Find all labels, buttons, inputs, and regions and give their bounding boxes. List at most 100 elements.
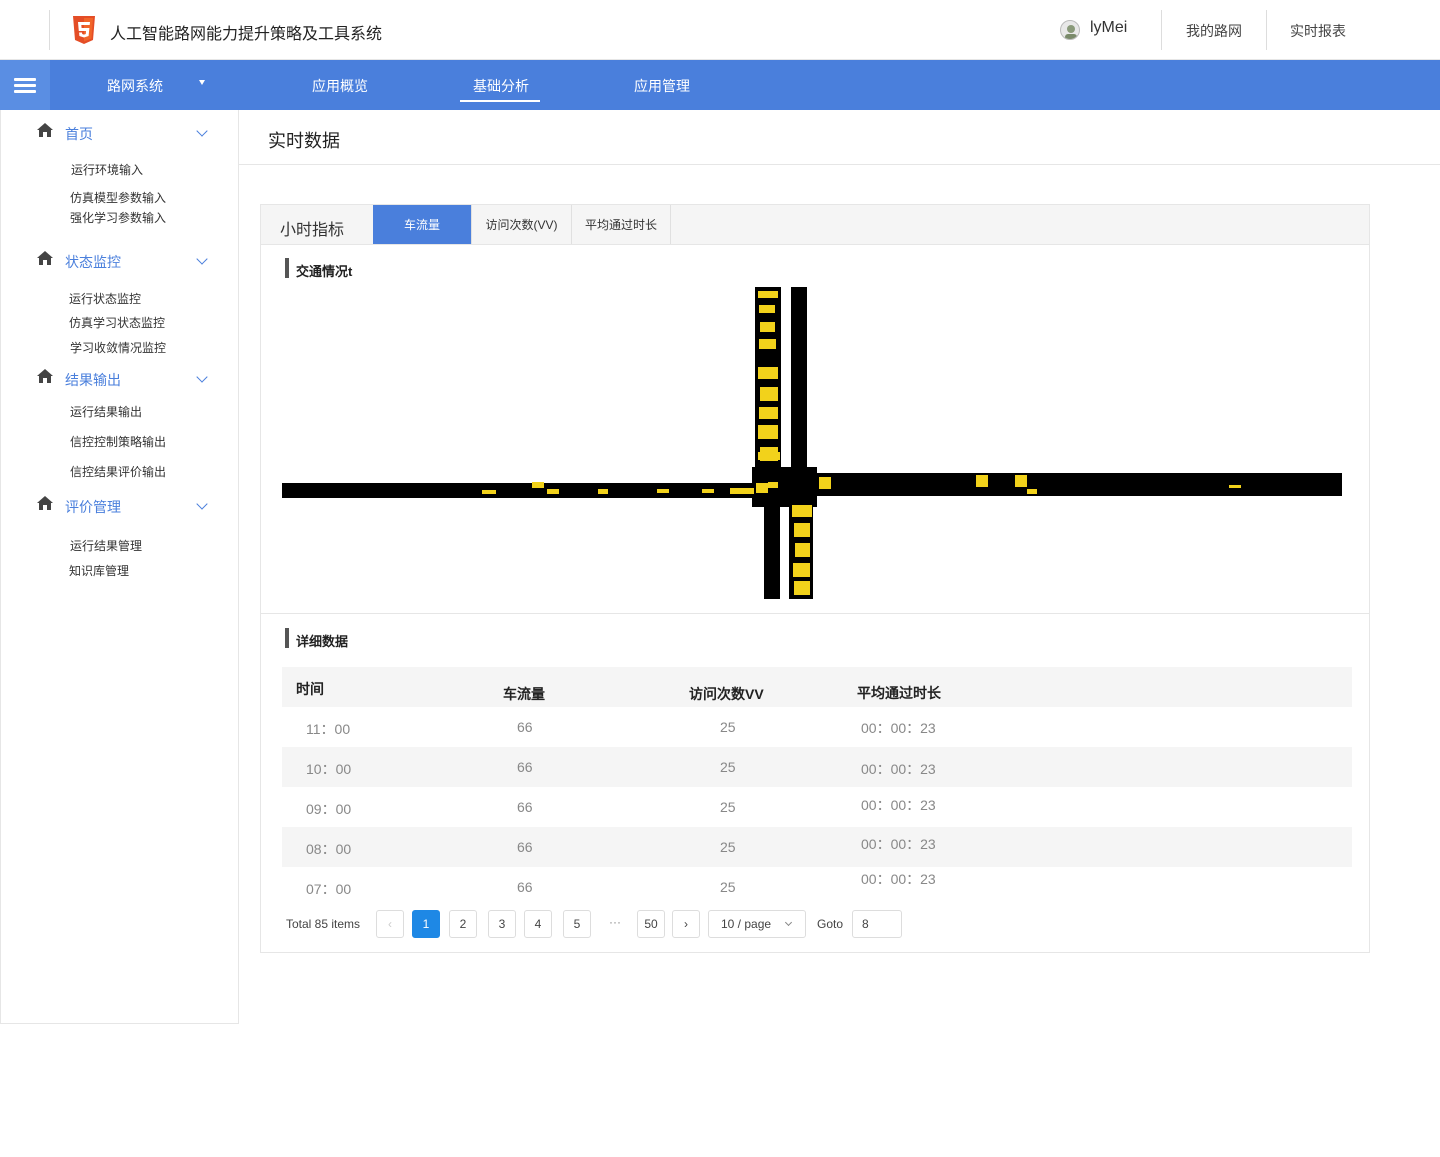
metric-tabs: 小时指标 车流量 访问次数(VV) 平均通过时长: [261, 205, 1369, 245]
nav-item-overview[interactable]: 应用概览: [312, 76, 368, 96]
intersection-map: [282, 287, 1342, 599]
sidebar-item-sim-status[interactable]: 仿真学习状态监控: [69, 314, 165, 331]
sidebar-item-rl-params[interactable]: 强化学习参数输入: [70, 209, 166, 226]
app-title: 人工智能路网能力提升策略及工具系统: [110, 26, 383, 43]
nav-item-basic-analysis[interactable]: 基础分析: [473, 76, 529, 96]
cell-visits: 25: [720, 719, 736, 735]
tab-traffic-volume[interactable]: 车流量: [373, 205, 472, 244]
page-button[interactable]: 3: [488, 910, 516, 938]
prev-page-button[interactable]: ‹: [376, 910, 404, 938]
home-icon: [37, 496, 53, 510]
home-icon: [37, 123, 53, 137]
active-nav-indicator: [460, 100, 540, 102]
column-header-volume[interactable]: 车流量: [503, 684, 545, 704]
cell-volume: 66: [517, 759, 533, 775]
cell-volume: 66: [517, 719, 533, 735]
section-marker: [285, 628, 289, 648]
caret-down-icon[interactable]: [199, 80, 205, 85]
table-row[interactable]: 09：00 66 25 00：00：23: [282, 787, 1352, 827]
home-icon: [37, 369, 53, 383]
cell-visits: 25: [720, 839, 736, 855]
section-marker: [285, 258, 289, 278]
divider: [1161, 10, 1162, 50]
section-divider: [261, 613, 1369, 614]
chevron-down-icon[interactable]: [196, 253, 208, 265]
avatar[interactable]: [1060, 20, 1080, 40]
cell-time: 09：00: [306, 801, 352, 817]
sidebar-item-result-mgmt[interactable]: 运行结果管理: [70, 537, 142, 554]
page-button[interactable]: 2: [449, 910, 477, 938]
cell-volume: 66: [517, 799, 533, 815]
html5-logo-icon: [73, 16, 95, 44]
sidebar-item-env-input[interactable]: 运行环境输入: [71, 161, 143, 178]
sidebar-item-sim-params[interactable]: 仿真模型参数输入: [70, 189, 166, 206]
my-network-link[interactable]: 我的路网: [1186, 21, 1242, 41]
chevron-down-icon[interactable]: [196, 125, 208, 137]
page-size-value: 10 / page: [721, 917, 772, 931]
tab-visits[interactable]: 访问次数(VV): [472, 205, 572, 244]
home-icon: [37, 251, 53, 265]
column-header-avg-time[interactable]: 平均通过时长: [857, 683, 941, 703]
sidebar-item-signal-strategy[interactable]: 信控控制策略输出: [70, 433, 166, 450]
chevron-down-icon: [784, 918, 793, 927]
sidebar-section-home[interactable]: 首页: [65, 124, 93, 144]
page-size-select[interactable]: 10 / page: [708, 910, 806, 938]
tabs-label: 小时指标: [280, 222, 345, 239]
cell-visits: 25: [720, 879, 736, 895]
table-header: 时间 车流量 访问次数VV 平均通过时长: [282, 667, 1352, 707]
detail-section-title: 详细数据: [296, 634, 349, 649]
username[interactable]: lyMei: [1090, 19, 1127, 37]
nav-item-app-management[interactable]: 应用管理: [634, 76, 690, 96]
realtime-report-link[interactable]: 实时报表: [1290, 21, 1346, 41]
page-button[interactable]: 5: [563, 910, 591, 938]
sidebar-section-evaluation[interactable]: 评价管理: [65, 497, 121, 517]
sidebar-item-convergence[interactable]: 学习收敛情况监控: [70, 339, 166, 356]
pagination: Total 85 items ‹ 1 2 3 4 5 ··· 50 › 10 /…: [286, 910, 986, 938]
sidebar-item-run-status[interactable]: 运行状态监控: [69, 290, 141, 307]
page-button[interactable]: 1: [412, 910, 440, 938]
cell-volume: 66: [517, 839, 533, 855]
divider: [1266, 10, 1267, 50]
pagination-total: Total 85 items: [286, 917, 361, 931]
cell-volume: 66: [517, 879, 533, 895]
cell-avg-time: 00：00：23: [861, 797, 936, 813]
menu-toggle-icon[interactable]: [0, 60, 50, 110]
sidebar-item-signal-eval[interactable]: 信控结果评价输出: [70, 463, 166, 480]
column-header-visits[interactable]: 访问次数VV: [689, 684, 764, 704]
cell-avg-time: 00：00：23: [861, 761, 936, 777]
table-row[interactable]: 10：00 66 25 00：00：23: [282, 747, 1352, 787]
tab-avg-pass-time[interactable]: 平均通过时长: [572, 205, 671, 244]
chevron-down-icon[interactable]: [196, 371, 208, 383]
cell-visits: 25: [720, 759, 736, 775]
page-header: 实时数据: [239, 110, 1440, 165]
page-button[interactable]: 50: [637, 910, 665, 938]
cell-avg-time: 00：00：23: [861, 720, 936, 736]
table-row[interactable]: 07：00 66 25 00：00：23: [282, 867, 1352, 907]
cell-time: 08：00: [306, 841, 352, 857]
chevron-down-icon[interactable]: [196, 498, 208, 510]
sidebar-section-results[interactable]: 结果输出: [65, 370, 121, 390]
column-header-time[interactable]: 时间: [296, 679, 324, 699]
network-system-dropdown[interactable]: 路网系统: [107, 76, 163, 96]
sidebar-item-knowledge-base[interactable]: 知识库管理: [69, 562, 129, 579]
cell-time: 07：00: [306, 881, 352, 897]
sidebar-item-run-output[interactable]: 运行结果输出: [70, 403, 142, 420]
cell-avg-time: 00：00：23: [861, 871, 936, 887]
cell-time: 11：00: [306, 721, 351, 737]
table-row[interactable]: 11：00 66 25 00：00：23: [282, 707, 1352, 747]
divider: [49, 10, 50, 50]
goto-page-input[interactable]: 8: [852, 910, 902, 938]
sidebar-section-monitoring[interactable]: 状态监控: [65, 252, 121, 272]
page-button[interactable]: 4: [524, 910, 552, 938]
cell-visits: 25: [720, 799, 736, 815]
traffic-section-title: 交通情况t: [296, 264, 353, 279]
realtime-data-card: 小时指标 车流量 访问次数(VV) 平均通过时长 交通情况t 详细数据 时间 车…: [260, 204, 1370, 953]
cell-time: 10：00: [306, 761, 352, 777]
table-row[interactable]: 08：00 66 25 00：00：23: [282, 827, 1352, 867]
goto-label: Goto: [817, 917, 844, 931]
page-title: 实时数据: [268, 131, 340, 151]
pagination-ellipsis[interactable]: ···: [609, 915, 621, 929]
sidebar: 首页 运行环境输入 仿真模型参数输入 强化学习参数输入 状态监控 运行状态监控 …: [0, 110, 239, 1024]
next-page-button[interactable]: ›: [672, 910, 700, 938]
top-header: 人工智能路网能力提升策略及工具系统 lyMei 我的路网 实时报表: [0, 0, 1440, 60]
